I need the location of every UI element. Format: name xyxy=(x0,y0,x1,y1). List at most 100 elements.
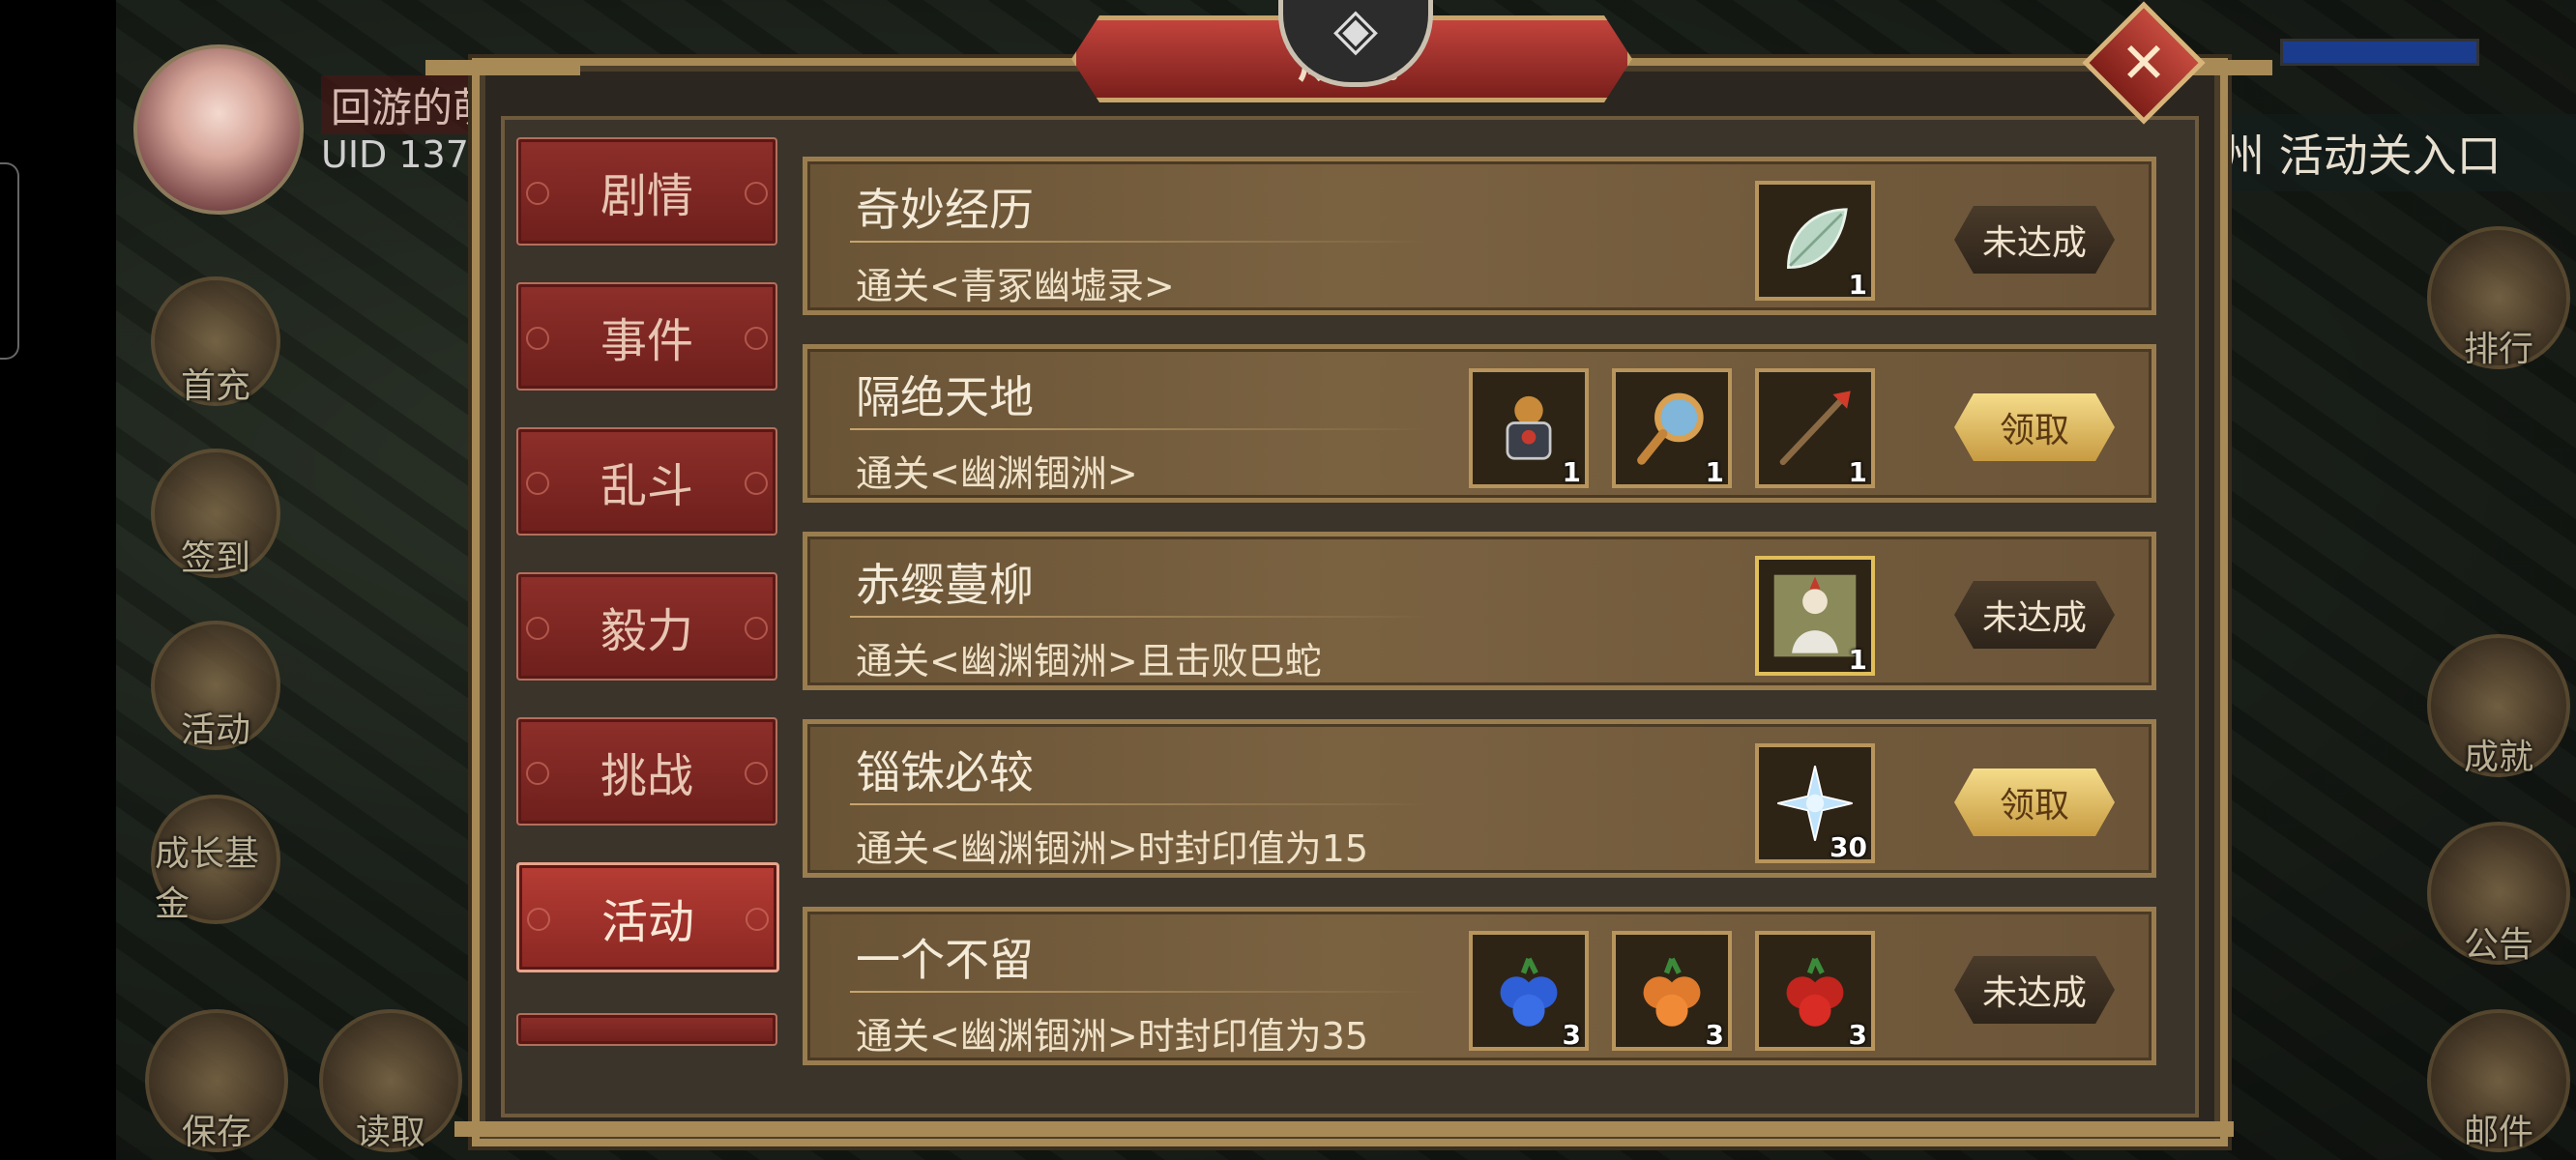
first-charge-label: 首充 xyxy=(180,366,250,406)
first-charge-button[interactable]: 首充 xyxy=(151,276,280,406)
tab-label: 毅力 xyxy=(600,604,693,658)
activity-label: 活动 xyxy=(180,710,250,750)
tab-label: 乱斗 xyxy=(600,459,693,513)
row-divider xyxy=(850,803,1430,805)
reward-item[interactable]: 1 xyxy=(1755,181,1875,301)
load-label: 读取 xyxy=(355,1113,425,1152)
tab-ornament-icon xyxy=(745,617,768,640)
tab-ornament-icon xyxy=(746,908,769,931)
tab-ornament-icon xyxy=(526,762,549,785)
ranking-label: 排行 xyxy=(2463,330,2533,369)
achievement-description: 通关<幽渊锢洲>且击败巴蛇 xyxy=(856,640,1322,682)
tab-label: 事件 xyxy=(600,314,693,368)
reward-item[interactable]: 3 xyxy=(1755,931,1875,1051)
achievement-title: 赤缨蔓柳 xyxy=(856,559,1034,611)
tab-ornament-icon xyxy=(526,472,549,495)
status-not-achieved-button: 未达成 xyxy=(1954,956,2115,1024)
reward-item[interactable]: 1 xyxy=(1469,368,1589,488)
tab-perseverance[interactable]: 毅力 xyxy=(516,572,777,681)
achievement-row: 锱铢必较 通关<幽渊锢洲>时封印值为15 30 领取 xyxy=(803,719,2156,878)
achievement-title: 奇妙经历 xyxy=(856,184,1034,236)
announcement-button[interactable]: 公告 xyxy=(2427,822,2570,965)
achievement-row: 赤缨蔓柳 通关<幽渊锢洲>且击败巴蛇 1 未达成 xyxy=(803,532,2156,690)
sign-in-label: 签到 xyxy=(180,538,250,578)
tab-ornament-icon xyxy=(745,182,768,205)
reward-quantity: 3 xyxy=(1848,1019,1867,1051)
tab-story[interactable]: 剧情 xyxy=(516,137,777,246)
general-portrait-icon xyxy=(1773,574,1857,657)
reward-item[interactable]: 1 xyxy=(1755,368,1875,488)
tab-ornament-icon xyxy=(526,327,549,350)
close-icon: ✕ xyxy=(2120,30,2168,96)
reward-quantity: 1 xyxy=(1848,269,1867,301)
achievement-description: 通关<幽渊锢洲> xyxy=(856,452,1138,495)
reward-quantity: 1 xyxy=(1705,456,1724,488)
tab-activity[interactable]: 活动 xyxy=(516,862,779,972)
status-not-achieved-button: 未达成 xyxy=(1954,206,2115,274)
achievement-title: 隔绝天地 xyxy=(856,371,1034,423)
reward-item[interactable]: 3 xyxy=(1612,931,1732,1051)
achievement-description: 通关<幽渊锢洲>时封印值为15 xyxy=(856,827,1369,870)
tab-label: 活动 xyxy=(600,895,694,949)
achievement-title: 锱铢必较 xyxy=(856,746,1034,798)
reward-item[interactable]: 1 xyxy=(1612,368,1732,488)
tab-ornament-icon xyxy=(527,908,550,931)
save-button[interactable]: 保存 xyxy=(145,1009,288,1152)
achievement-description: 通关<幽渊锢洲>时封印值为35 xyxy=(856,1015,1369,1058)
achievement-row: 一个不留 通关<幽渊锢洲>时封印值为35 3 3 3 未达成 xyxy=(803,907,2156,1065)
tab-label: 剧情 xyxy=(600,169,693,223)
activity-stage-entrance[interactable]: 州 活动关入口 xyxy=(2210,114,2576,191)
sign-in-button[interactable]: 签到 xyxy=(151,449,280,578)
load-button[interactable]: 读取 xyxy=(319,1009,462,1152)
tab-challenge[interactable]: 挑战 xyxy=(516,717,777,826)
achievement-label: 成就 xyxy=(2463,738,2533,777)
growth-fund-label: 成长基金 xyxy=(155,834,260,924)
dialog-bottom-ornament xyxy=(454,1121,2234,1137)
tab-more-partial[interactable] xyxy=(516,1013,777,1046)
tab-ornament-icon xyxy=(526,182,549,205)
achievement-button[interactable]: 成就 xyxy=(2427,634,2570,777)
growth-fund-button[interactable]: 成长基金 xyxy=(151,795,280,924)
player-avatar[interactable] xyxy=(133,44,304,215)
reward-quantity: 1 xyxy=(1848,456,1867,488)
save-label: 保存 xyxy=(181,1113,251,1152)
achievement-row: 隔绝天地 通关<幽渊锢洲> 1 1 1 领取 xyxy=(803,344,2156,503)
tab-event[interactable]: 事件 xyxy=(516,282,777,391)
achievement-row: 奇妙经历 通关<青冢幽墟录> 1 未达成 xyxy=(803,157,2156,315)
ranking-button[interactable]: 排行 xyxy=(2427,226,2570,369)
orange-fruit-icon xyxy=(1643,957,1701,1027)
claim-reward-button[interactable]: 领取 xyxy=(1954,768,2115,836)
spear-icon xyxy=(1779,391,1851,466)
row-divider xyxy=(850,428,1430,430)
tab-brawl[interactable]: 乱斗 xyxy=(516,427,777,536)
mail-button[interactable]: 邮件 xyxy=(2427,1009,2570,1152)
claim-reward-button[interactable]: 领取 xyxy=(1954,393,2115,461)
activity-button[interactable]: 活动 xyxy=(151,621,280,750)
reward-item[interactable]: 30 xyxy=(1755,743,1875,863)
mail-label: 邮件 xyxy=(2463,1113,2533,1152)
row-divider xyxy=(850,991,1430,993)
frame-ornament-left xyxy=(425,60,580,75)
reward-quantity: 1 xyxy=(1562,456,1581,488)
reward-quantity: 3 xyxy=(1562,1019,1581,1051)
tab-ornament-icon xyxy=(745,472,768,495)
jade-leaf-icon xyxy=(1787,208,1848,269)
reward-quantity: 3 xyxy=(1705,1019,1724,1051)
announcement-label: 公告 xyxy=(2463,925,2533,965)
tab-ornament-icon xyxy=(745,762,768,785)
armor-icon xyxy=(1506,395,1552,460)
reward-item[interactable]: 3 xyxy=(1469,931,1589,1051)
tab-ornament-icon xyxy=(745,327,768,350)
achievement-title: 一个不留 xyxy=(856,934,1034,986)
magic-mirror-icon xyxy=(1637,392,1704,465)
red-fruit-icon xyxy=(1786,957,1844,1027)
reward-item[interactable]: 1 xyxy=(1755,556,1875,676)
player-uid: UID 1372 xyxy=(321,133,493,176)
row-divider xyxy=(850,241,1430,243)
reward-quantity: 30 xyxy=(1830,831,1867,863)
resource-bar xyxy=(2280,39,2479,66)
status-not-achieved-button: 未达成 xyxy=(1954,581,2115,649)
tab-ornament-icon xyxy=(526,617,549,640)
tab-label: 挑战 xyxy=(600,749,693,803)
achievement-description: 通关<青冢幽墟录> xyxy=(856,265,1175,307)
